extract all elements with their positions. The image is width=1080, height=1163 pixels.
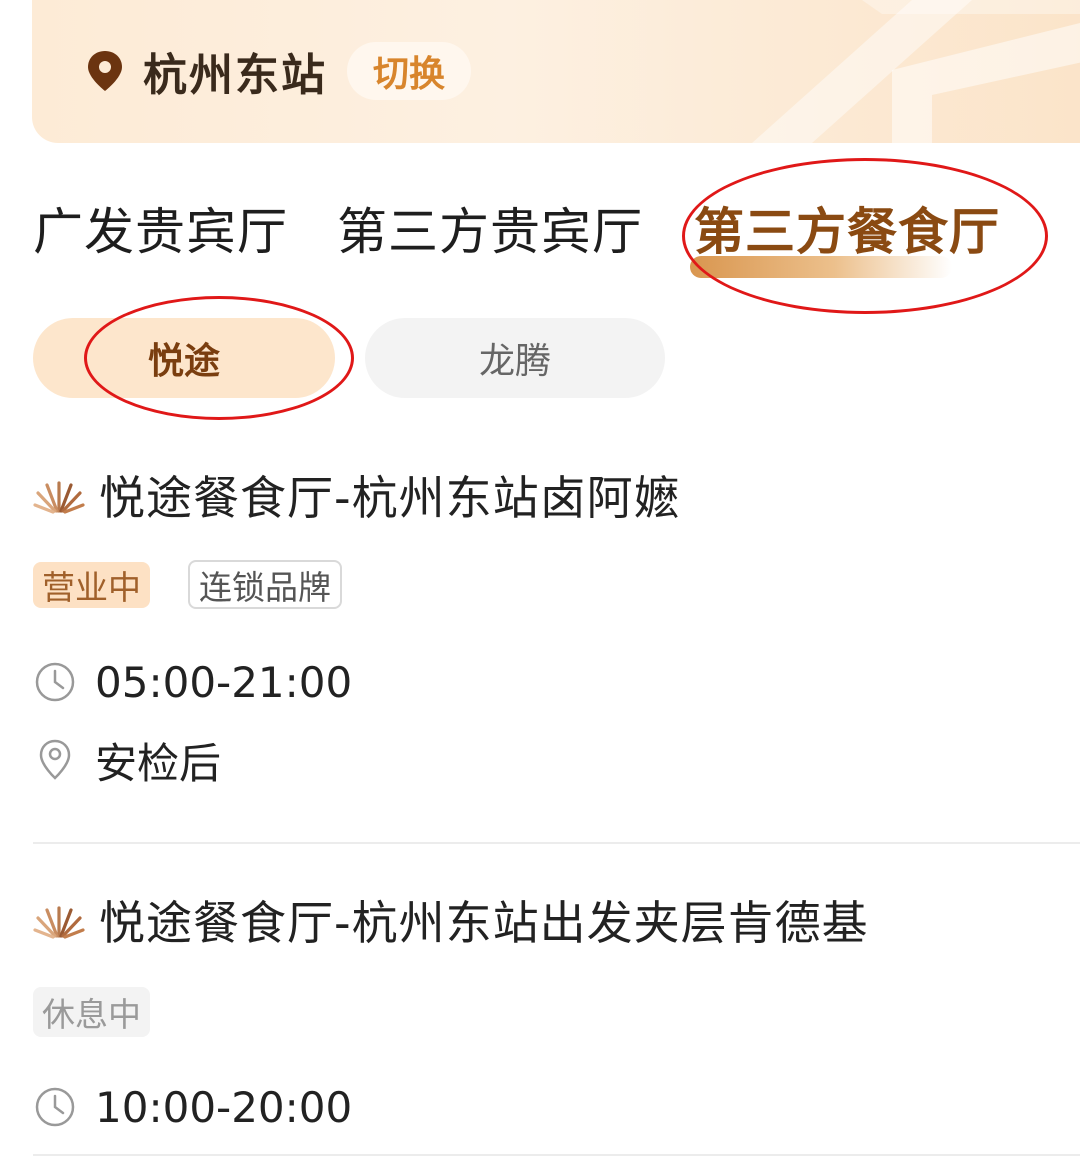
chain-brand-badge: 连锁品牌 [188, 560, 342, 609]
restaurant-card[interactable]: 悦途餐食厅-杭州东站卤阿嬷 营业中 连锁品牌 05:00-21:00 安检后 [33, 465, 1080, 805]
subtab-longteng[interactable]: 龙腾 [365, 318, 665, 398]
tab-third-party-vip-lounge[interactable]: 第三方贵宾厅 [337, 192, 643, 264]
tab-third-party-dining-lounge[interactable]: 第三方餐食厅 [694, 192, 1000, 264]
opening-hours: 10:00-20:00 [95, 1082, 353, 1132]
active-tab-underline [690, 256, 952, 278]
status-badge-open: 营业中 [33, 562, 150, 608]
subtab-yuetu[interactable]: 悦途 [33, 318, 335, 398]
location-marker-icon [39, 739, 71, 780]
tab-guangfa-vip-lounge[interactable]: 广发贵宾厅 [33, 192, 288, 264]
location-pin-icon [88, 51, 122, 91]
switch-station-button[interactable]: 切换 [347, 42, 472, 100]
restaurant-name: 悦途餐食厅-杭州东站出发夹层肯德基 [99, 896, 869, 950]
clock-icon [35, 1087, 75, 1127]
location-row: 杭州东站 切换 [85, 40, 472, 102]
restaurant-card[interactable]: 悦途餐食厅-杭州东站出发夹层肯德基 休息中 10:00-20:00 [33, 890, 1080, 1150]
bottom-divider [33, 1154, 1080, 1156]
restaurant-name: 悦途餐食厅-杭州东站卤阿嬷 [99, 471, 681, 525]
yuetu-brand-icon [33, 906, 85, 939]
status-badge-closed: 休息中 [33, 987, 150, 1037]
hours-row: 10:00-20:00 [33, 1082, 352, 1132]
hours-row: 05:00-21:00 [33, 657, 352, 707]
card-divider [33, 842, 1080, 844]
clock-icon [35, 662, 75, 702]
location-row: 安检后 [33, 735, 221, 788]
restaurant-title-row: 悦途餐食厅-杭州东站卤阿嬷 [33, 465, 681, 525]
restaurant-location: 安检后 [95, 738, 222, 788]
restaurant-title-row: 悦途餐食厅-杭州东站出发夹层肯德基 [33, 890, 869, 950]
station-name: 杭州东站 [143, 50, 327, 101]
yuetu-brand-icon [33, 481, 85, 514]
opening-hours: 05:00-21:00 [95, 657, 353, 707]
